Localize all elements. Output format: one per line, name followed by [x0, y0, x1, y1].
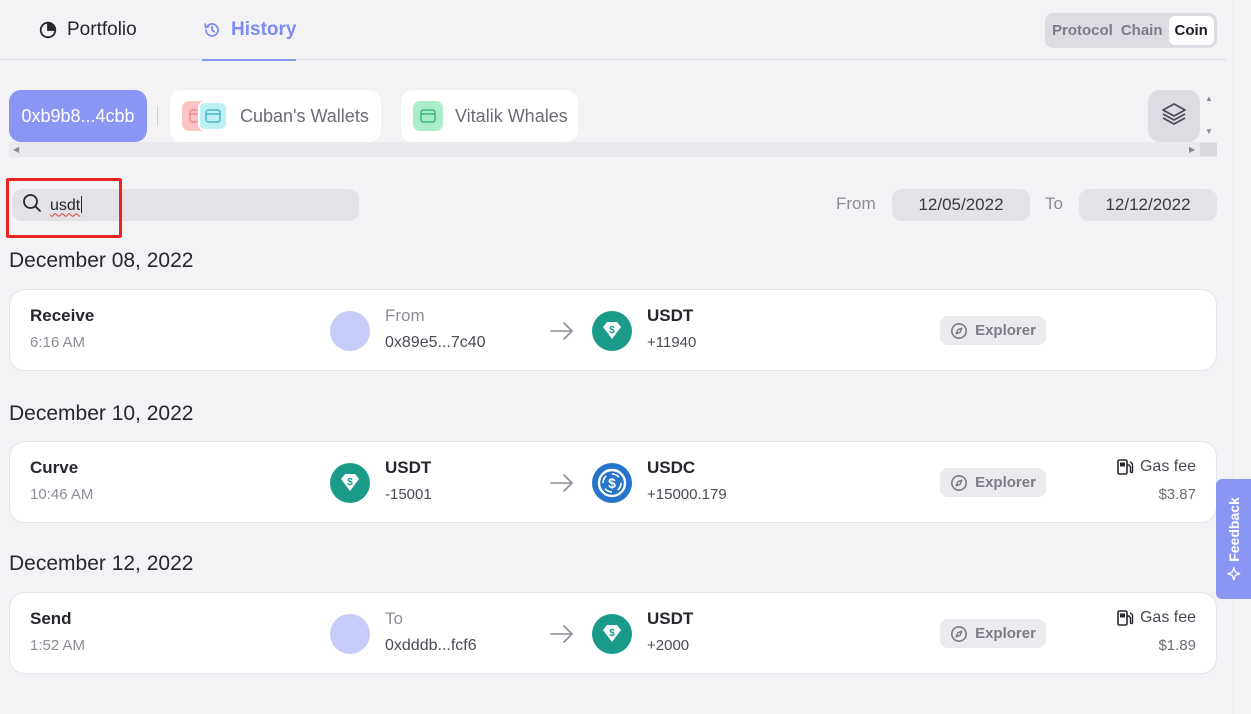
wallet-selector: 0xb9b8...4cbb Cuban's Wallets Vitalik Wh… — [0, 80, 1226, 160]
gas-fee-value: $3.87 — [1158, 486, 1196, 503]
scroll-down-arrow[interactable]: ▼ — [1205, 128, 1213, 136]
wallet-group-label: Cuban's Wallets — [240, 105, 369, 126]
svg-text:$: $ — [609, 325, 615, 336]
gas-fee-label: Gas fee — [1139, 458, 1196, 475]
layers-icon — [1161, 101, 1187, 132]
coin-symbol: USDC — [647, 458, 696, 477]
feedback-button[interactable]: Feedback — [1216, 479, 1251, 599]
date-heading: December 12, 2022 — [9, 552, 194, 575]
transaction-card[interactable]: Send 1:52 AM To 0xdddb...fcf6 $ USDT +20… — [9, 592, 1217, 674]
tab-label: History — [231, 19, 297, 40]
pie-chart-icon — [38, 20, 58, 40]
toggle-chain[interactable]: Chain — [1117, 16, 1167, 45]
to-label: To — [1045, 194, 1063, 213]
search-value: usdt — [50, 196, 81, 214]
counterparty-label: From — [385, 306, 425, 325]
wallet-icon-stack — [182, 101, 228, 131]
to-date-field[interactable]: 12/12/2022 — [1079, 189, 1217, 221]
svg-text:$: $ — [609, 628, 615, 639]
explorer-label: Explorer — [975, 625, 1036, 642]
wallet-group-cuban[interactable]: Cuban's Wallets — [170, 90, 381, 142]
svg-text:$: $ — [347, 477, 353, 488]
coin-amount: +15000.179 — [647, 486, 727, 503]
arrow-right-icon — [550, 322, 573, 340]
transaction-type: Receive — [30, 306, 95, 325]
explorer-label: Explorer — [975, 474, 1036, 491]
gas-fee: Gas fee — [1116, 609, 1196, 627]
compass-icon — [951, 625, 968, 642]
counterparty-label: To — [385, 609, 403, 628]
text-caret — [81, 195, 83, 213]
toggle-coin[interactable]: Coin — [1168, 16, 1214, 45]
explorer-button[interactable]: Explorer — [940, 619, 1046, 648]
gas-fee-value: $1.89 — [1158, 637, 1196, 654]
transaction-time: 1:52 AM — [30, 637, 86, 654]
usdt-icon: $ — [592, 614, 632, 654]
explorer-button[interactable]: Explorer — [940, 316, 1046, 345]
history-page: Portfolio History Protocol Chain Coin 0x… — [0, 0, 1228, 714]
view-toggle: Protocol Chain Coin — [1045, 13, 1217, 48]
compass-icon — [951, 474, 968, 491]
wallet-group-label: Vitalik Whales — [455, 105, 568, 126]
wallet-group-vitalik[interactable]: Vitalik Whales — [401, 90, 578, 142]
usdt-icon: $ — [592, 311, 632, 351]
horizontal-scrollbar[interactable]: ◀ ▶ — [9, 142, 1217, 157]
tab-label: Portfolio — [67, 19, 137, 40]
vertical-scrollbar[interactable] — [1228, 0, 1251, 714]
wallet-icon — [198, 101, 228, 131]
usdc-icon: $ — [592, 463, 632, 503]
gas-fee-label: Gas fee — [1139, 609, 1196, 626]
gas-fee: Gas fee — [1116, 458, 1196, 476]
coin-amount: +11940 — [647, 334, 697, 351]
counterparty-address: 0xdddb...fcf6 — [385, 637, 477, 654]
feedback-label: Feedback — [1225, 497, 1242, 562]
scroll-right-arrow[interactable]: ▶ — [1189, 146, 1195, 154]
arrow-right-icon — [550, 625, 573, 643]
transaction-time: 10:46 AM — [30, 486, 94, 503]
from-label: From — [836, 194, 876, 213]
compass-icon — [951, 322, 968, 339]
explorer-button[interactable]: Explorer — [940, 468, 1046, 497]
scroll-up-arrow[interactable]: ▲ — [1205, 95, 1213, 103]
arrow-right-icon — [550, 474, 573, 492]
transaction-type: Send — [30, 609, 72, 628]
svg-text:$: $ — [608, 475, 616, 491]
transaction-type: Curve — [30, 458, 79, 477]
from-date-field[interactable]: 12/05/2022 — [892, 189, 1030, 221]
top-tab-bar: Portfolio History Protocol Chain Coin — [0, 0, 1226, 61]
coin-amount: -15001 — [385, 486, 432, 503]
coin-amount: +2000 — [647, 637, 690, 654]
scroll-left-arrow[interactable]: ◀ — [13, 146, 19, 154]
usdt-icon: $ — [330, 463, 370, 503]
scrollbar-track — [1233, 0, 1234, 714]
coin-symbol: USDT — [647, 609, 694, 628]
toggle-protocol[interactable]: Protocol — [1048, 16, 1117, 45]
transaction-card[interactable]: Receive 6:16 AM From 0x89e5...7c40 $ USD… — [9, 289, 1217, 371]
coin-symbol: USDT — [385, 458, 432, 477]
gas-pump-icon — [1117, 610, 1134, 626]
history-clock-icon — [202, 20, 222, 40]
coin-symbol: USDT — [647, 306, 694, 325]
tab-portfolio[interactable]: Portfolio — [38, 0, 137, 60]
date-heading: December 08, 2022 — [9, 249, 194, 272]
layers-button[interactable] — [1148, 90, 1200, 142]
sparkle-star-icon — [1226, 567, 1241, 581]
divider — [157, 106, 158, 126]
wallet-chip-selected[interactable]: 0xb9b8...4cbb — [9, 90, 147, 142]
transaction-time: 6:16 AM — [30, 334, 86, 351]
date-heading: December 10, 2022 — [9, 402, 194, 425]
wallet-icon — [413, 101, 443, 131]
gas-pump-icon — [1117, 459, 1134, 475]
transaction-card[interactable]: Curve 10:46 AM $ USDT -15001 $ USDC +150… — [9, 441, 1217, 523]
search-icon — [22, 193, 42, 218]
search-input[interactable]: usdt — [12, 189, 359, 221]
avatar — [330, 311, 370, 351]
tab-history[interactable]: History — [202, 0, 297, 61]
explorer-label: Explorer — [975, 322, 1036, 339]
scrollbar-thumb[interactable] — [1200, 143, 1217, 156]
counterparty-address: 0x89e5...7c40 — [385, 334, 486, 351]
avatar — [330, 614, 370, 654]
